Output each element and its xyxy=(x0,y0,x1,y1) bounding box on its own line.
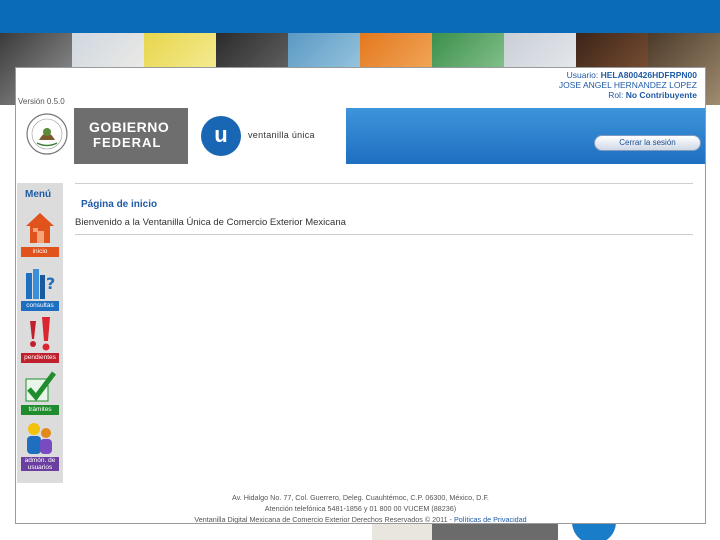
menu-item-tramites[interactable]: trámites xyxy=(20,369,60,415)
menu-item-label: admón. de usuarios xyxy=(21,457,59,471)
gobierno-federal-logo: GOBIERNO FEDERAL xyxy=(74,108,188,164)
user-name: JOSE ANGEL HERNANDEZ LOPEZ xyxy=(558,80,697,90)
footer-phone: Atención telefónica 5481-1856 y 01 800 0… xyxy=(264,504,457,513)
menu-item-label: trámites xyxy=(21,405,59,415)
footer-copyright-line: Ventanilla Digital Mexicana de Comercio … xyxy=(16,514,705,524)
user-info: Usuario: HELA800426HDFRPN00 JOSE ANGEL H… xyxy=(559,70,697,100)
menu-item-label: inicio xyxy=(21,247,59,257)
menu-item-label: pendientes xyxy=(21,353,59,363)
ventanilla-unica-logo: u ventanilla única xyxy=(188,108,346,164)
users-icon xyxy=(27,423,52,454)
menu-item-pendientes[interactable]: pendientes xyxy=(20,317,60,363)
welcome-message: Bienvenido a la Ventanilla Única de Come… xyxy=(75,217,693,235)
footer-copyright: Ventanilla Digital Mexicana de Comercio … xyxy=(194,515,452,524)
header-banner: Cerrar la sesión xyxy=(346,108,705,164)
mexico-seal-logo xyxy=(26,113,68,155)
question-books-icon: ? xyxy=(26,269,55,299)
privacy-policy-link[interactable]: Políticas de Privacidad xyxy=(454,515,527,523)
home-icon xyxy=(26,213,54,243)
svg-text:?: ? xyxy=(46,274,55,293)
slide-top-band xyxy=(0,0,720,33)
vu-logo-mark: u xyxy=(201,116,241,156)
page-title: Página de inicio xyxy=(75,183,693,210)
checkmark-icon xyxy=(25,371,56,402)
exclamation-icon xyxy=(30,317,50,351)
menu-item-consultas[interactable]: ? consultas xyxy=(20,265,60,311)
menu-item-inicio[interactable]: inicio xyxy=(20,211,60,257)
footer-address: Av. Hidalgo No. 77, Col. Guerrero, Deleg… xyxy=(232,493,489,502)
menu-title: Menú xyxy=(25,189,52,200)
user-role-line: Rol: No Contribuyente xyxy=(608,90,697,100)
page-footer: Av. Hidalgo No. 77, Col. Guerrero, Deleg… xyxy=(16,492,705,524)
app-window: Versión 0.5.0 Usuario: HELA800426HDFRPN0… xyxy=(15,67,706,524)
menu-item-admon-usuarios[interactable]: admón. de usuarios xyxy=(20,421,60,471)
logout-button[interactable]: Cerrar la sesión xyxy=(594,135,701,151)
menu-item-label: consultas xyxy=(21,301,59,311)
version-label: Versión 0.5.0 xyxy=(18,97,65,106)
vu-logo-text: ventanilla única xyxy=(248,130,315,140)
user-id-line: Usuario: HELA800426HDFRPN00 xyxy=(566,70,697,80)
user-role: No Contribuyente xyxy=(625,90,697,100)
user-id: HELA800426HDFRPN00 xyxy=(600,70,697,80)
side-menu: Menú inicio ? consultas pendientes trámi… xyxy=(17,183,63,483)
